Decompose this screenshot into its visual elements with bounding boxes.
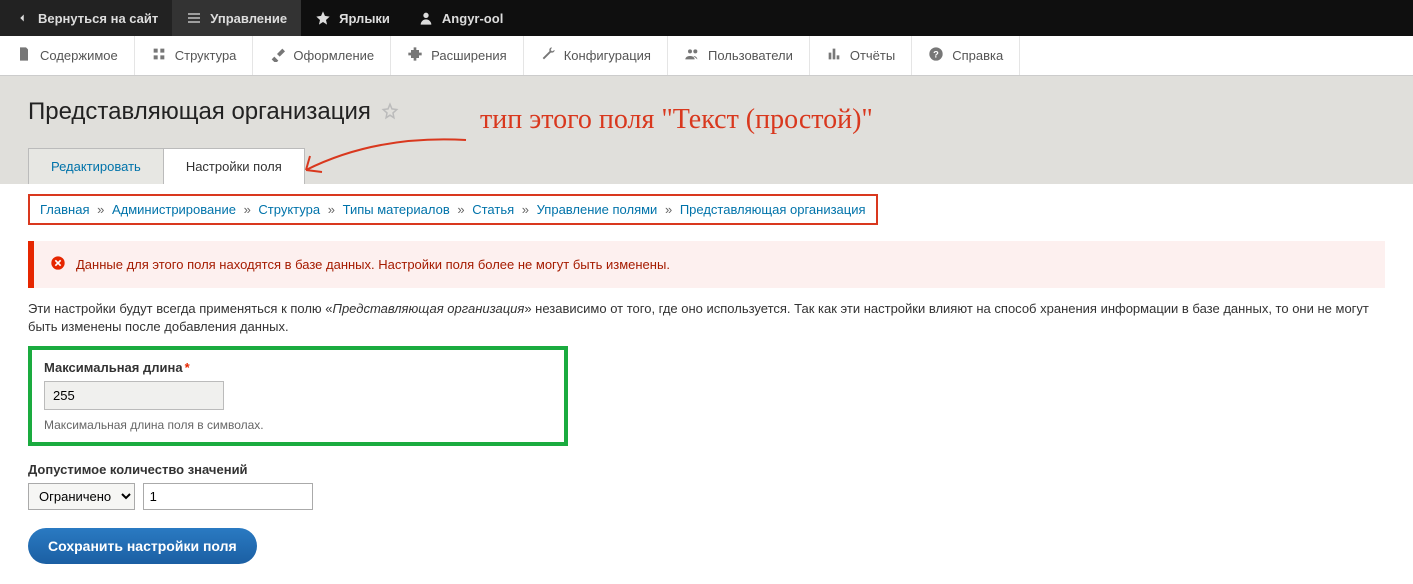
max-length-label: Максимальная длина* (44, 360, 190, 375)
question-icon: ? (928, 46, 944, 65)
shortcuts-label: Ярлыки (339, 11, 390, 26)
admin-appearance[interactable]: Оформление (253, 36, 391, 75)
max-length-input[interactable] (44, 381, 224, 410)
admin-config[interactable]: Конфигурация (524, 36, 668, 75)
admin-structure-label: Структура (175, 48, 237, 63)
admin-help[interactable]: ? Справка (912, 36, 1020, 75)
manage-label: Управление (210, 11, 287, 26)
admin-config-label: Конфигурация (564, 48, 651, 63)
admin-people-label: Пользователи (708, 48, 793, 63)
admin-structure[interactable]: Структура (135, 36, 254, 75)
svg-text:?: ? (933, 49, 939, 59)
crumb-types[interactable]: Типы материалов (343, 202, 450, 217)
star-icon (315, 10, 331, 26)
wrench-icon (540, 46, 556, 65)
user-icon (418, 10, 434, 26)
chart-icon (826, 46, 842, 65)
crumb-admin[interactable]: Администрирование (112, 202, 236, 217)
admin-content-label: Содержимое (40, 48, 118, 63)
tab-edit[interactable]: Редактировать (28, 148, 164, 184)
back-to-site[interactable]: Вернуться на сайт (0, 0, 172, 36)
user-menu[interactable]: Angyr-ool (404, 0, 517, 36)
paintbrush-icon (269, 46, 285, 65)
allowed-values-label: Допустимое количество значений (28, 462, 1385, 477)
manage-menu[interactable]: Управление (172, 0, 301, 36)
save-button[interactable]: Сохранить настройки поля (28, 528, 257, 564)
top-toolbar: Вернуться на сайт Управление Ярлыки Angy… (0, 0, 1413, 36)
description-text: Эти настройки будут всегда применяться к… (28, 300, 1385, 336)
crumb-current[interactable]: Представляющая организация (680, 202, 866, 217)
chevron-left-icon (14, 10, 30, 26)
admin-content[interactable]: Содержимое (0, 36, 135, 75)
user-label: Angyr-ool (442, 11, 503, 26)
admin-people[interactable]: Пользователи (668, 36, 810, 75)
puzzle-icon (407, 46, 423, 65)
back-label: Вернуться на сайт (38, 11, 158, 26)
admin-extend[interactable]: Расширения (391, 36, 524, 75)
cardinality-select[interactable]: Ограничено (28, 483, 135, 510)
warning-text: Данные для этого поля находятся в базе д… (76, 257, 670, 272)
breadcrumb: Главная » Администрирование » Структура … (28, 194, 878, 225)
allowed-values-section: Допустимое количество значений Ограничен… (28, 462, 1385, 510)
crumb-sep: » (93, 202, 108, 217)
tab-field-settings[interactable]: Настройки поля (163, 148, 305, 184)
admin-help-label: Справка (952, 48, 1003, 63)
tabs: Редактировать Настройки поля (28, 148, 1385, 184)
admin-appearance-label: Оформление (293, 48, 374, 63)
page-title: Представляющая организация (28, 98, 371, 126)
cardinality-number[interactable] (143, 483, 313, 510)
required-marker: * (185, 360, 190, 375)
error-icon (50, 255, 66, 274)
max-length-help: Максимальная длина поля в символах. (44, 418, 552, 432)
page-header: Представляющая организация тип этого пол… (0, 76, 1413, 184)
crumb-structure[interactable]: Структура (258, 202, 320, 217)
structure-icon (151, 46, 167, 65)
annotation-text: тип этого поля "Текст (простой)" (480, 104, 873, 136)
admin-reports-label: Отчёты (850, 48, 895, 63)
crumb-manage-fields[interactable]: Управление полями (537, 202, 658, 217)
admin-menu: Содержимое Структура Оформление Расширен… (0, 36, 1413, 76)
admin-extend-label: Расширения (431, 48, 507, 63)
max-length-section: Максимальная длина* Максимальная длина п… (28, 346, 568, 446)
shortcuts-menu[interactable]: Ярлыки (301, 0, 404, 36)
favorite-star-icon[interactable] (381, 102, 399, 123)
hamburger-icon (186, 10, 202, 26)
admin-reports[interactable]: Отчёты (810, 36, 912, 75)
document-icon (16, 46, 32, 65)
crumb-article[interactable]: Статья (472, 202, 514, 217)
people-icon (684, 46, 700, 65)
crumb-home[interactable]: Главная (40, 202, 89, 217)
warning-message: Данные для этого поля находятся в базе д… (28, 241, 1385, 288)
